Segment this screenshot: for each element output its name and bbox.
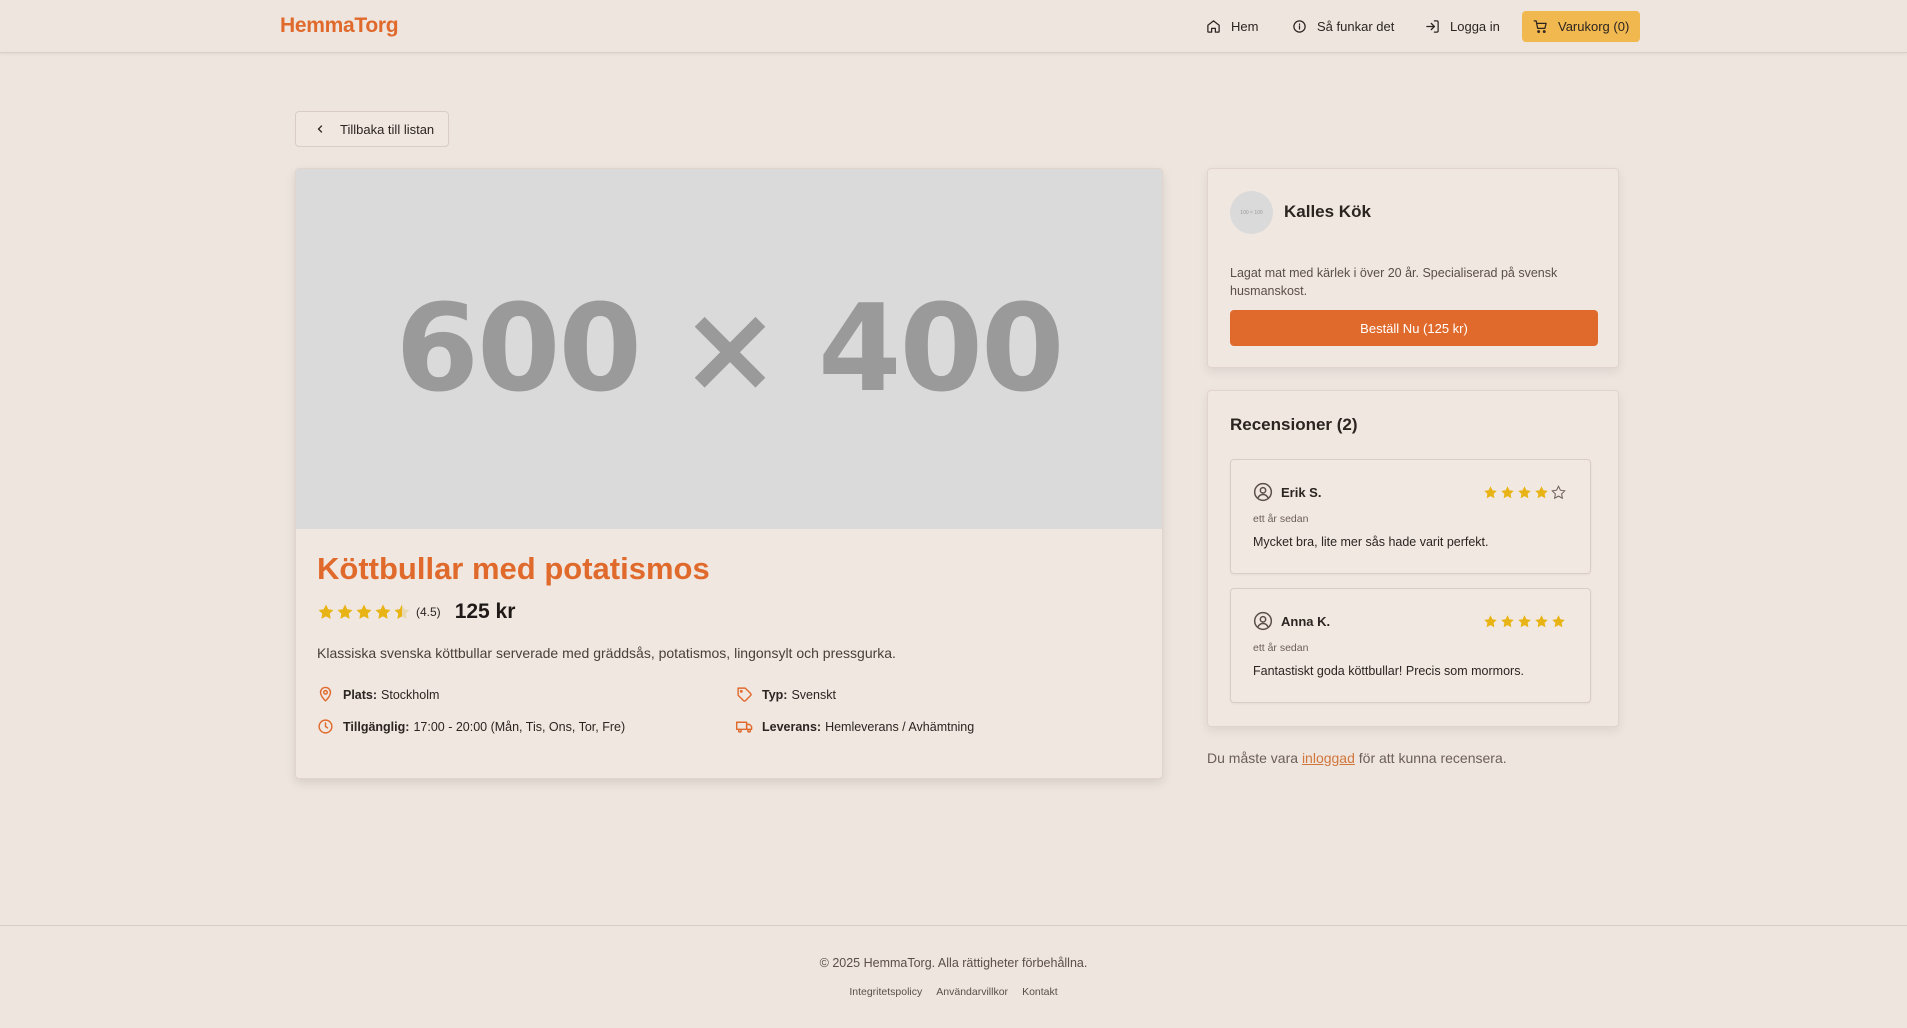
footer-link-contact[interactable]: Kontakt — [1022, 986, 1058, 998]
review-rating-stars — [1483, 485, 1568, 500]
nav-how-it-works[interactable]: Så funkar det — [1292, 12, 1394, 41]
nav-home[interactable]: Hem — [1206, 12, 1258, 41]
product-type: Typ: Svenskt — [736, 686, 836, 703]
map-pin-icon — [319, 686, 332, 702]
product-card: 600 × 400 Köttbullar med potatismos (4.5… — [295, 168, 1163, 779]
star-icon — [394, 604, 410, 619]
star-icon — [1501, 486, 1514, 499]
cart-label: Varukorg (0) — [1558, 19, 1630, 34]
review-text: Fantastiskt goda köttbullar! Precis som … — [1253, 664, 1524, 678]
back-to-list-button[interactable]: Tillbaka till listan — [295, 111, 449, 147]
nav-home-label: Hem — [1231, 19, 1259, 34]
top-header: HemmaTorg Hem Så funkar det Logga in Var… — [0, 0, 1907, 53]
product-image-placeholder-text: 600 × 400 — [395, 279, 1064, 419]
location-label: Plats: — [343, 687, 378, 702]
product-rating-value: (4.5) — [416, 605, 441, 619]
star-icon — [1552, 615, 1565, 628]
type-label: Typ: — [762, 687, 788, 702]
seller-card: 100 × 100 Kalles Kök Lagat mat med kärle… — [1207, 168, 1619, 368]
order-now-button[interactable]: Beställ Nu (125 kr) — [1230, 310, 1598, 346]
location-value: Stockholm — [381, 687, 440, 702]
availability-value: 17:00 - 20:00 (Mån, Tis, Ons, Tor, Fre) — [413, 719, 626, 734]
nav-login[interactable]: Logga in — [1425, 12, 1500, 41]
footer-link-privacy[interactable]: Integritetspolicy — [849, 986, 922, 998]
review-item: Anna K. ett år sedan Fantastiskt goda kö… — [1230, 588, 1591, 703]
review-item: Erik S. ett år sedan Mycket bra, lite me… — [1230, 459, 1591, 574]
star-icon — [375, 604, 391, 619]
footer-copyright: © 2025 HemmaTorg. Alla rättigheter förbe… — [819, 956, 1088, 970]
product-location: Plats: Stockholm — [317, 686, 439, 703]
back-to-list-label: Tillbaka till listan — [340, 121, 435, 137]
product-description: Klassiska svenska köttbullar serverade m… — [317, 645, 896, 661]
product-rating-row: (4.5) 125 kr — [317, 600, 515, 624]
chevron-left-icon — [317, 125, 323, 133]
clock-icon — [318, 719, 333, 734]
footer: © 2025 HemmaTorg. Alla rättigheter förbe… — [0, 925, 1907, 1028]
login-link[interactable]: inloggad — [1302, 750, 1355, 766]
user-circle-icon — [1253, 611, 1273, 631]
star-icon — [1535, 615, 1548, 628]
star-icon — [1518, 486, 1531, 499]
truck-icon — [736, 721, 753, 733]
delivery-value: Hemleverans / Avhämtning — [825, 719, 975, 734]
star-icon — [1535, 486, 1548, 499]
availability-label: Tillgänglig: — [343, 719, 410, 734]
reviews-title: Recensioner (2) — [1230, 415, 1358, 434]
seller-description: Lagat mat med kärlek i över 20 år. Speci… — [1230, 266, 1558, 298]
review-rating-stars — [1483, 614, 1568, 629]
review-time: ett år sedan — [1253, 642, 1309, 654]
login-note-after: för att kunna recensera. — [1354, 750, 1507, 766]
review-user: Erik S. — [1253, 482, 1321, 502]
product-rating-stars — [317, 603, 412, 621]
review-text: Mycket bra, lite mer sås hade varit perf… — [1253, 535, 1489, 549]
login-note-before: Du måste vara — [1207, 750, 1302, 766]
star-icon — [1501, 615, 1514, 628]
type-value: Svenskt — [791, 687, 836, 702]
home-icon — [1207, 20, 1220, 33]
nav-how-it-works-label: Så funkar det — [1317, 19, 1395, 34]
product-image: 600 × 400 — [296, 169, 1162, 529]
seller-name: Kalles Kök — [1284, 202, 1371, 221]
cart-button[interactable]: Varukorg (0) — [1522, 11, 1641, 42]
user-circle-icon — [1253, 482, 1273, 502]
cart-icon — [1533, 20, 1547, 33]
star-icon — [1484, 615, 1497, 628]
login-icon — [1426, 20, 1439, 33]
review-user: Anna K. — [1253, 611, 1330, 631]
footer-link-terms[interactable]: Användarvillkor — [936, 986, 1008, 998]
seller-avatar: 100 × 100 — [1230, 191, 1273, 234]
product-availability: Tillgänglig: 17:00 - 20:00 (Mån, Tis, On… — [317, 718, 625, 735]
review-user-name: Anna K. — [1281, 613, 1331, 629]
star-icon — [1518, 615, 1531, 628]
info-icon — [1293, 20, 1306, 33]
review-user-name: Erik S. — [1281, 484, 1322, 500]
seller-avatar-placeholder-text: 100 × 100 — [1240, 209, 1263, 216]
star-icon — [318, 604, 334, 619]
delivery-label: Leverans: — [762, 719, 822, 734]
product-price: 125 kr — [454, 600, 516, 623]
nav-login-label: Logga in — [1450, 19, 1500, 34]
star-icon — [356, 604, 372, 619]
review-time: ett år sedan — [1253, 513, 1309, 525]
product-title: Köttbullar med potatismos — [317, 551, 710, 586]
star-icon — [1484, 486, 1497, 499]
star-icon — [1551, 485, 1566, 500]
star-icon — [337, 604, 353, 619]
footer-links: Integritetspolicy Användarvillkor Kontak… — [0, 986, 1907, 998]
login-to-review-note: Du måste vara inloggad för att kunna rec… — [1207, 750, 1507, 766]
tag-icon — [737, 687, 752, 702]
reviews-card: Recensioner (2) Erik S. ett år sedan Myc… — [1207, 390, 1619, 727]
product-delivery: Leverans: Hemleverans / Avhämtning — [736, 718, 974, 735]
logo[interactable]: HemmaTorg — [280, 14, 399, 38]
